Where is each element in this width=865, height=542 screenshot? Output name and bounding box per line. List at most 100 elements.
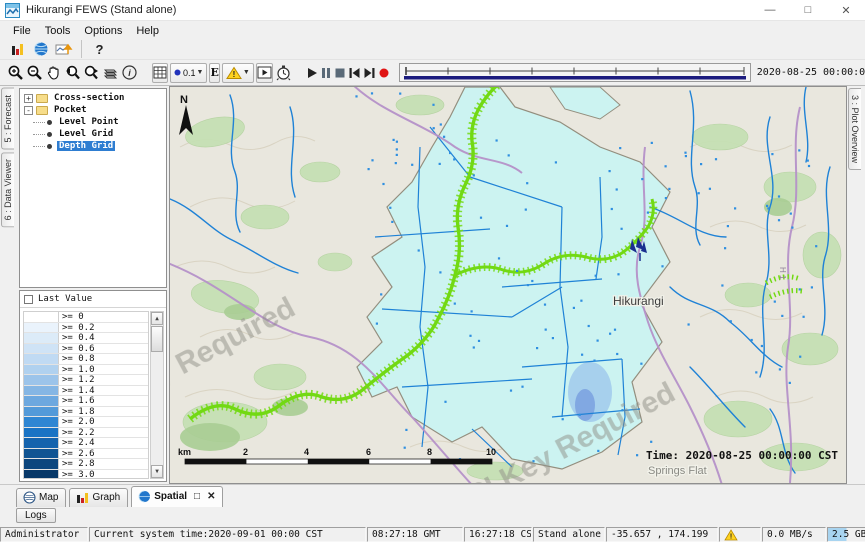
legend-row[interactable]: >= 1.4 xyxy=(24,386,148,397)
tree-item-cross-section[interactable]: + Cross-section xyxy=(20,92,166,104)
panel-maximize-icon[interactable]: □ xyxy=(194,491,200,502)
zoom-next-button[interactable] xyxy=(83,63,100,83)
legend-swatch xyxy=(24,375,59,385)
status-bar: Administrator Current system time:2020-0… xyxy=(0,527,865,542)
legend-row[interactable]: >= 2.2 xyxy=(24,428,148,439)
legend-row[interactable]: >= 0 xyxy=(24,312,148,323)
record-button[interactable] xyxy=(378,63,390,83)
legend-scrollbar[interactable]: ▲ ▼ xyxy=(150,311,164,479)
tab-map[interactable]: Map xyxy=(16,488,66,507)
last-value-checkbox[interactable] xyxy=(24,295,33,304)
menu-options[interactable]: Options xyxy=(77,24,129,38)
main-toolbar: ? xyxy=(0,39,865,60)
legend-row[interactable]: >= 3.0 xyxy=(24,470,148,480)
step-forward-button[interactable] xyxy=(363,63,376,83)
legend-row[interactable]: >= 1.6 xyxy=(24,396,148,407)
grid-icon xyxy=(153,66,167,79)
tab-graph[interactable]: Graph xyxy=(69,488,128,507)
legend-row-label: >= 2.4 xyxy=(59,438,98,448)
tab-data-viewer[interactable]: 6 : Data Viewer xyxy=(1,152,14,227)
svg-text:6: 6 xyxy=(366,447,371,457)
logs-button[interactable]: Logs xyxy=(16,508,56,523)
legend-row[interactable]: >= 2.6 xyxy=(24,449,148,460)
legend-row[interactable]: >= 2.8 xyxy=(24,459,148,470)
step-back-button[interactable] xyxy=(348,63,361,83)
scale-dropdown[interactable]: 0.1 ▼ xyxy=(170,63,207,83)
legend-row-label: >= 2.2 xyxy=(59,428,98,438)
menu-file[interactable]: File xyxy=(6,24,38,38)
scroll-down-button[interactable]: ▼ xyxy=(151,465,163,478)
legend-row[interactable]: >= 1.8 xyxy=(24,407,148,418)
tree-item-pocket[interactable]: - Pocket xyxy=(20,104,166,116)
timeseries-import-button[interactable] xyxy=(53,39,74,59)
tree-item-label-selected: Depth Grid xyxy=(57,141,115,151)
minimize-button[interactable]: — xyxy=(751,0,789,20)
map-canvas[interactable]: API Key Required API Key Required N H 1 … xyxy=(169,86,847,484)
legend-row[interactable]: >= 0.2 xyxy=(24,323,148,334)
tree-item-level-point[interactable]: Level Point xyxy=(20,116,166,128)
legend-row[interactable]: >= 2.4 xyxy=(24,438,148,449)
info-button[interactable]: i xyxy=(121,63,138,83)
legend-swatch xyxy=(24,365,59,375)
legend-list: >= 0 >= 0.2 >= 0.4 >= 0.6 >= 0.8 >= 1.0 … xyxy=(23,311,149,479)
status-user: Administrator xyxy=(0,527,88,542)
window-title: Hikurangi FEWS (Stand alone) xyxy=(26,4,176,16)
menu-tools[interactable]: Tools xyxy=(38,24,78,38)
chevron-down-icon: ▼ xyxy=(197,69,204,76)
folder-icon xyxy=(36,94,48,103)
grid-display-button[interactable] xyxy=(152,63,168,83)
stopwatch-icon xyxy=(275,64,292,81)
scroll-thumb[interactable] xyxy=(151,326,163,352)
tree-item-label: Level Point xyxy=(57,117,121,127)
legend-swatch xyxy=(24,407,59,417)
movie-player-button[interactable] xyxy=(256,63,273,83)
status-warning-cell[interactable]: ! xyxy=(719,527,761,542)
expand-plus-icon[interactable]: + xyxy=(24,94,33,103)
layers-button[interactable] xyxy=(102,63,119,83)
globe-icon xyxy=(33,41,49,57)
scroll-up-button[interactable]: ▲ xyxy=(151,312,163,325)
globe-button[interactable] xyxy=(30,39,51,59)
expand-minus-icon[interactable]: - xyxy=(24,106,33,115)
close-button[interactable]: ✕ xyxy=(827,0,865,20)
panel-close-icon[interactable]: ✕ xyxy=(207,491,215,502)
tab-forecast[interactable]: 5 : Forecast xyxy=(1,88,14,150)
legend-row[interactable]: >= 2.0 xyxy=(24,417,148,428)
legend-row[interactable]: >= 0.6 xyxy=(24,344,148,355)
legend-swatch xyxy=(24,428,59,438)
zoom-in-icon xyxy=(7,64,24,81)
help-button[interactable]: ? xyxy=(89,39,110,59)
flat-label: Springs Flat xyxy=(648,465,707,477)
tree-item-label: Cross-section xyxy=(52,93,126,103)
play-button[interactable] xyxy=(306,63,318,83)
warning-dropdown[interactable]: ! ▼ xyxy=(222,63,254,83)
tree-item-depth-grid[interactable]: Depth Grid xyxy=(20,140,166,152)
pan-button[interactable] xyxy=(45,63,62,83)
legend-row[interactable]: >= 0.4 xyxy=(24,333,148,344)
legend-row[interactable]: >= 1.0 xyxy=(24,365,148,376)
menu-help[interactable]: Help xyxy=(129,24,166,38)
tree-item-level-grid[interactable]: Level Grid xyxy=(20,128,166,140)
tab-spatial[interactable]: Spatial □ ✕ xyxy=(131,486,223,507)
time-control-button[interactable] xyxy=(275,63,292,83)
zoom-out-button[interactable] xyxy=(26,63,43,83)
timeline-slider[interactable] xyxy=(399,63,751,82)
stop-button[interactable] xyxy=(334,63,346,83)
legend-row-label: >= 2.6 xyxy=(59,449,98,459)
tab-plot-overview[interactable]: 3 : Plot Overview xyxy=(848,88,861,170)
pause-button[interactable] xyxy=(320,63,332,83)
legend-row[interactable]: >= 1.2 xyxy=(24,375,148,386)
timeseries-import-icon xyxy=(55,41,73,57)
maximize-button[interactable]: □ xyxy=(789,0,827,20)
e-label: E xyxy=(210,66,218,79)
zoom-previous-button[interactable] xyxy=(64,63,81,83)
legend-row-label: >= 2.0 xyxy=(59,417,98,427)
label-e-button[interactable]: E xyxy=(209,63,219,83)
zoom-in-button[interactable] xyxy=(7,63,24,83)
legend-swatch xyxy=(24,449,59,459)
legend-swatch xyxy=(24,344,59,354)
database-chart-button[interactable] xyxy=(7,39,28,59)
zoom-next-icon xyxy=(83,64,100,81)
legend-row[interactable]: >= 0.8 xyxy=(24,354,148,365)
app-logo-icon xyxy=(5,3,20,18)
